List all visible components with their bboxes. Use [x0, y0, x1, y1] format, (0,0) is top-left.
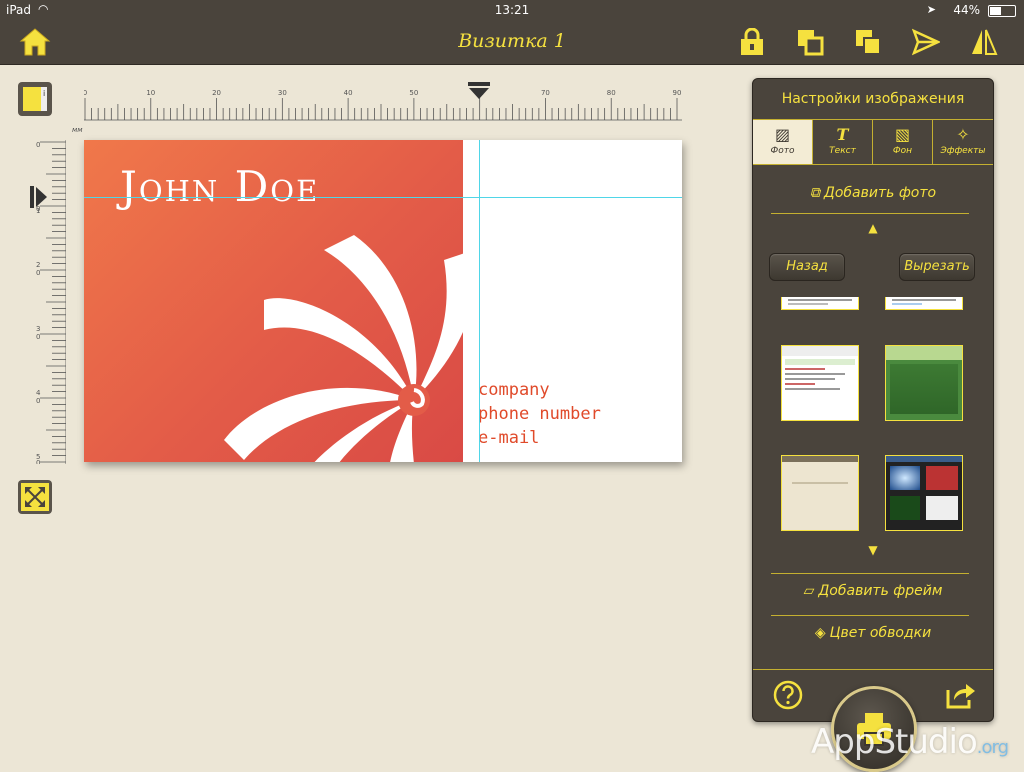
- back-button[interactable]: Назад: [769, 253, 845, 281]
- layer-toggle-button[interactable]: i: [18, 82, 52, 116]
- ruler-unit-label: мм: [72, 126, 83, 134]
- image-thumbnail[interactable]: [781, 455, 859, 531]
- tab-photo[interactable]: ▨ Фото: [753, 120, 813, 164]
- layer-icon: i: [23, 87, 47, 111]
- ruler-tick-label: 20: [212, 89, 221, 97]
- location-icon: ➤: [926, 3, 936, 16]
- scroll-down-icon[interactable]: ▼: [753, 543, 993, 557]
- vertical-guide-handle[interactable]: [30, 186, 48, 208]
- status-bar: iPad ◠ 13:21 44% ➤: [0, 0, 1024, 20]
- stroke-color-label: Цвет обводки: [829, 625, 932, 641]
- ruler-tick-label: 4: [36, 389, 41, 397]
- ruler-tick-label: 50: [409, 89, 418, 97]
- image-thumbnail[interactable]: [885, 455, 963, 531]
- add-photo-button[interactable]: ⧉ Добавить фото: [753, 185, 993, 201]
- ruler-tick-label: 30: [278, 89, 287, 97]
- text-icon: T: [836, 125, 849, 144]
- lock-icon[interactable]: [738, 28, 766, 56]
- business-card-canvas[interactable]: John Doe company phone number e-mail: [84, 140, 682, 462]
- clock: 13:21: [494, 3, 530, 17]
- flip-icon[interactable]: [970, 28, 998, 56]
- background-icon: ▧: [894, 125, 911, 144]
- swirl-graphic: [224, 235, 463, 462]
- image-thumbnail[interactable]: [781, 345, 859, 421]
- watermark: AppStudio.org: [811, 722, 1009, 762]
- paint-bucket-icon: ◈: [814, 625, 826, 641]
- frame-icon: ▱: [803, 583, 815, 599]
- horizontal-guide-line: [84, 197, 682, 198]
- battery-percent: 44%: [953, 3, 980, 17]
- divider: [771, 615, 969, 616]
- tab-effects-label: Эффекты: [940, 146, 986, 156]
- ruler-tick-label: 0: [36, 397, 40, 405]
- battery-icon: [988, 5, 1016, 17]
- panel-tabs: ▨ Фото T Текст ▧ Фон ✧ Эффекты: [753, 119, 993, 165]
- ruler-tick-label: 0: [84, 89, 87, 97]
- add-photo-icon: ⧉: [809, 185, 820, 201]
- card-phone-text[interactable]: phone number: [478, 404, 601, 424]
- divider: [771, 213, 969, 214]
- ruler-tick-label: 0: [36, 269, 40, 277]
- tab-photo-label: Фото: [770, 146, 795, 156]
- nav-bar: Визитка 1: [0, 20, 1024, 65]
- card-email-text[interactable]: e-mail: [478, 428, 539, 448]
- ruler-tick-label: 2: [36, 261, 40, 269]
- tab-background-label: Фон: [892, 146, 913, 156]
- tab-text-label: Текст: [829, 146, 856, 156]
- ruler-tick-label: 90: [673, 89, 682, 97]
- image-settings-panel: Настройки изображения ▨ Фото T Текст ▧ Ф…: [752, 78, 994, 722]
- send-backward-icon[interactable]: [854, 28, 882, 56]
- horizontal-guide-handle[interactable]: [468, 82, 490, 100]
- tab-effects[interactable]: ✧ Эффекты: [933, 120, 993, 164]
- watermark-brand: AppStudio: [811, 722, 978, 762]
- watermark-tld: .org: [976, 737, 1009, 758]
- card-name-text[interactable]: John Doe: [120, 162, 319, 211]
- photo-icon: ▨: [774, 125, 791, 144]
- share-icon[interactable]: [945, 680, 977, 710]
- tab-background[interactable]: ▧ Фон: [873, 120, 933, 164]
- ruler-tick-label: 70: [541, 89, 550, 97]
- card-company-text[interactable]: company: [478, 380, 550, 400]
- horizontal-ruler: 0102030405060708090 мм: [72, 86, 682, 134]
- fullscreen-button[interactable]: [18, 480, 52, 514]
- ruler-tick-label: 3: [36, 325, 40, 333]
- tab-text[interactable]: T Текст: [813, 120, 873, 164]
- add-photo-label: Добавить фото: [823, 185, 937, 201]
- send-icon[interactable]: [912, 28, 940, 56]
- scroll-up-icon[interactable]: ▲: [753, 221, 993, 235]
- ruler-tick-label: 0: [36, 459, 40, 464]
- ruler-tick-label: 1: [36, 207, 40, 215]
- stroke-color-button[interactable]: ◈ Цвет обводки: [753, 625, 993, 641]
- divider: [771, 573, 969, 574]
- crop-button[interactable]: Вырезать: [899, 253, 975, 281]
- magic-wand-icon: ✧: [956, 125, 970, 144]
- ruler-tick-label: 10: [146, 89, 155, 97]
- image-thumbnail[interactable]: [885, 297, 963, 310]
- image-thumbnail[interactable]: [885, 345, 963, 421]
- vertical-guide-line: [479, 140, 480, 462]
- bring-forward-icon[interactable]: [796, 28, 824, 56]
- expand-icon: [21, 483, 49, 511]
- svg-text:i: i: [43, 89, 45, 98]
- add-frame-label: Добавить фрейм: [818, 583, 943, 599]
- ruler-tick-label: 80: [607, 89, 616, 97]
- ruler-tick-label: 0: [36, 333, 40, 341]
- panel-title: Настройки изображения: [781, 91, 965, 107]
- add-frame-button[interactable]: ▱ Добавить фрейм: [753, 583, 993, 599]
- help-icon[interactable]: [773, 680, 803, 710]
- image-thumbnail[interactable]: [781, 297, 859, 310]
- ruler-tick-label: 0: [36, 141, 40, 149]
- ruler-tick-label: 40: [344, 89, 353, 97]
